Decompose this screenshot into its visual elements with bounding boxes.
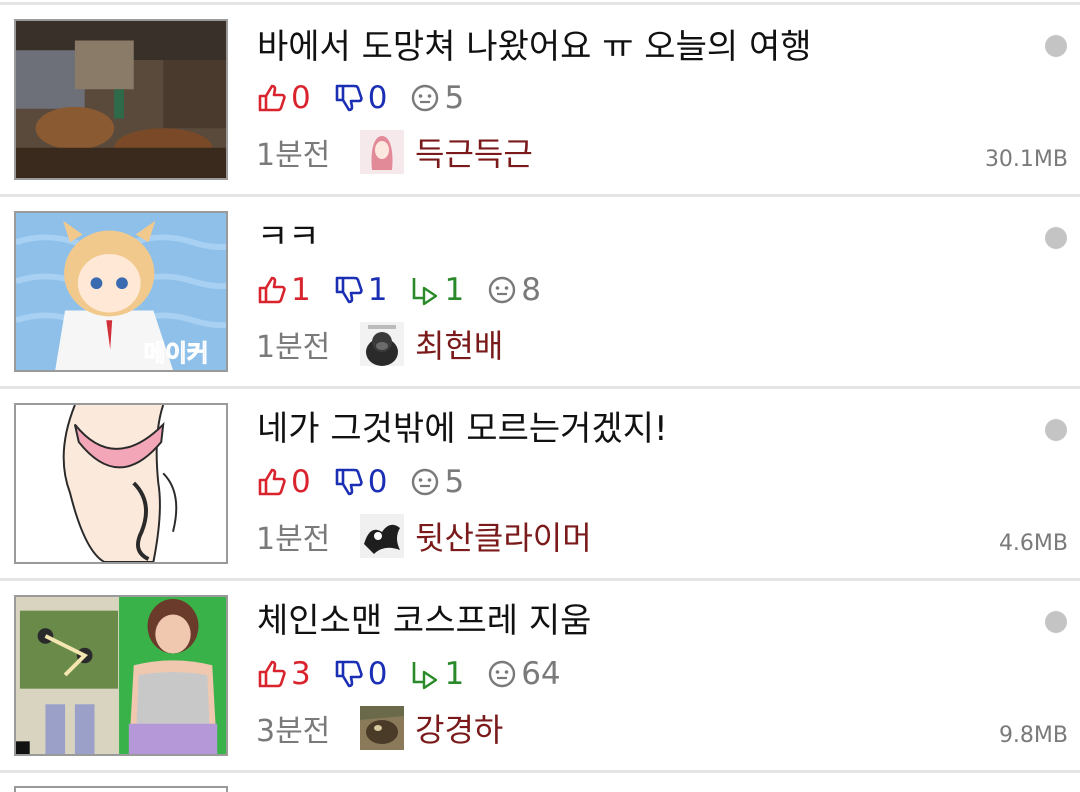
post-meta: 3분전 강경하 <box>256 706 503 750</box>
post-meta: 1분전 뒷산클라이머 <box>256 514 592 558</box>
post-author[interactable]: 뒷산클라이머 <box>415 513 592 559</box>
thumbs-down-icon <box>335 660 363 688</box>
unread-dot <box>1045 611 1067 633</box>
like-count: 0 <box>256 464 311 500</box>
divider <box>0 770 1080 773</box>
comment-count: 64 <box>486 656 561 692</box>
avatar[interactable] <box>360 706 404 750</box>
post-stats: 1 1 1 8 <box>256 270 563 310</box>
reply-icon <box>413 278 438 306</box>
post-author[interactable]: 강경하 <box>415 705 503 751</box>
file-size: 4.6MB <box>998 531 1068 556</box>
comment-count: 8 <box>486 272 541 308</box>
comment-count: 5 <box>409 464 464 500</box>
comment-icon <box>489 276 516 304</box>
post-title[interactable]: ㅋㅋ <box>257 217 320 257</box>
post-time: 1분전 <box>256 522 331 557</box>
post-title[interactable]: 바에서 도망쳐 나왔어요 ㅠ 오늘의 여행 <box>257 27 812 67</box>
unread-dot <box>1045 419 1067 441</box>
thumbs-down-icon <box>335 84 363 112</box>
post-time: 1분전 <box>256 138 331 173</box>
thumbs-up-icon <box>258 660 286 688</box>
dislike-count: 0 <box>333 80 387 116</box>
thumbs-down-icon <box>335 468 363 496</box>
file-size: 30.1MB <box>984 147 1068 172</box>
comment-icon <box>412 468 439 496</box>
dislike-count: 0 <box>333 464 387 500</box>
dislike-count: 1 <box>333 272 387 308</box>
avatar[interactable] <box>360 322 404 366</box>
post-author[interactable]: 득근득근 <box>415 129 533 175</box>
avatar[interactable] <box>360 514 404 558</box>
dislike-count: 0 <box>333 656 387 692</box>
thumbs-up-icon <box>258 276 286 304</box>
thumbnail-caption: 메이커 <box>144 339 209 367</box>
post-author[interactable]: 최현배 <box>415 321 503 367</box>
avatar[interactable] <box>360 130 404 174</box>
post-time: 1분전 <box>256 330 331 365</box>
post-stats: 0 0 5 <box>256 78 486 118</box>
post-item[interactable]: 바에서 도망쳐 나왔어요 ㅠ 오늘의 여행 0 0 5 1분전 득근득근 30.… <box>0 5 1080 194</box>
reply-count: 1 <box>409 656 464 692</box>
comment-count: 5 <box>409 80 464 116</box>
thumbs-up-icon <box>258 468 286 496</box>
post-thumbnail[interactable]: 메이커 <box>14 211 228 372</box>
like-count: 0 <box>256 80 311 116</box>
post-thumbnail[interactable] <box>14 19 228 180</box>
post-meta: 1분전 최현배 <box>256 322 503 366</box>
like-count: 1 <box>256 272 311 308</box>
thumbs-down-icon <box>335 276 363 304</box>
post-stats: 0 0 5 <box>256 462 486 502</box>
like-count: 3 <box>256 656 311 692</box>
thumbs-up-icon <box>258 84 286 112</box>
reply-count: 1 <box>409 272 464 308</box>
post-item[interactable]: 네가 그것밖에 모르는거겠지! 0 0 5 1분전 뒷산클라이머 4.6MB <box>0 389 1080 578</box>
post-item[interactable]: 체인소맨 코스프레 지움 3 0 1 64 3분전 강경하 9.8MB <box>0 581 1080 770</box>
file-size: 9.8MB <box>998 723 1068 748</box>
post-stats: 3 0 1 64 <box>256 654 583 694</box>
post-item[interactable]: 메이커 ㅋㅋ 1 1 1 8 1분전 최현배 <box>0 197 1080 386</box>
post-thumbnail[interactable] <box>14 595 228 756</box>
comment-icon <box>489 660 516 688</box>
post-thumbnail-partial[interactable] <box>14 786 228 792</box>
post-thumbnail[interactable] <box>14 403 228 564</box>
unread-dot <box>1045 35 1067 57</box>
post-title[interactable]: 체인소맨 코스프레 지움 <box>257 601 591 641</box>
reply-icon <box>413 662 438 690</box>
post-title[interactable]: 네가 그것밖에 모르는거겠지! <box>257 409 668 449</box>
post-time: 3분전 <box>256 714 331 749</box>
comment-icon <box>412 84 439 112</box>
unread-dot <box>1045 227 1067 249</box>
post-meta: 1분전 득근득근 <box>256 130 533 174</box>
